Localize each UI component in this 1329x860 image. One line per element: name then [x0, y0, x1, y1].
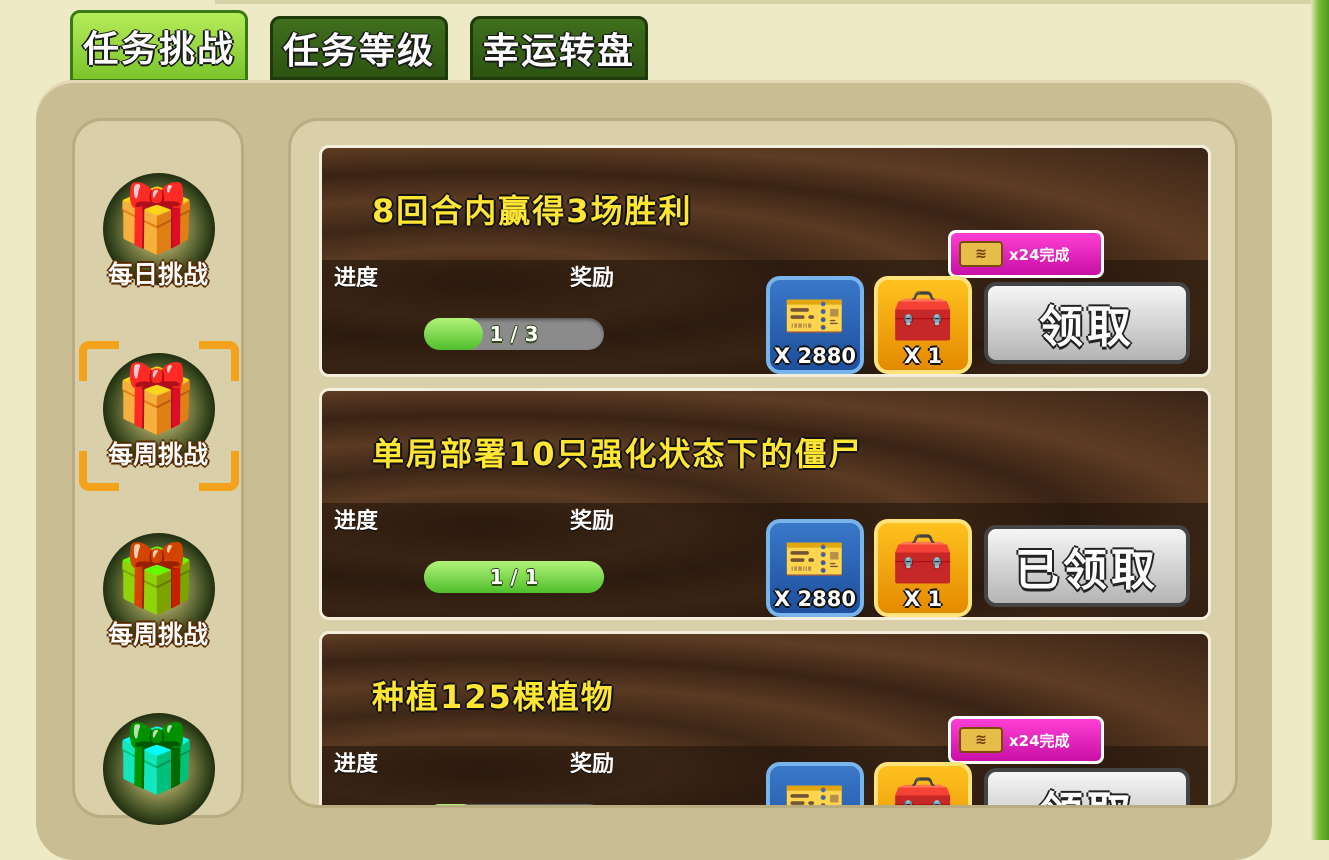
progress-text: 1 / 3 [489, 322, 539, 346]
reward-exp-card[interactable]: 🎫 X 2880 [766, 276, 864, 374]
progress-bar: 1 / 3 [424, 318, 604, 350]
sidebar-item-weekly-2[interactable]: 🎁 每周挑战 [75, 519, 241, 669]
badge-text: x24完成 [1009, 245, 1070, 264]
right-edge-decoration [1311, 0, 1329, 840]
progress-label: 进度 [334, 752, 379, 777]
tab-task-challenge[interactable]: 任务挑战 [70, 10, 248, 82]
ticket-icon: ≋ [959, 241, 1003, 267]
completion-badge: ≋ x24完成 [948, 230, 1104, 278]
reward-chest[interactable]: 🧰 X 1 [874, 519, 972, 617]
zombie-chest-icon: 🧰 [891, 773, 955, 808]
claimed-button[interactable]: 已领取 [984, 525, 1190, 607]
gift-green-3-icon: 🎁 [115, 720, 198, 797]
progress-bar-fill [424, 804, 478, 805]
gift-red-1-icon: 🎁 [115, 360, 198, 437]
task-card: 种植125棵植物 进度 奖励 ≋ x24完成 🎫 🧰 领取 [319, 631, 1211, 808]
gift-orange-2-icon: 🎁 [115, 540, 198, 617]
task-title: 单局部署10只强化状态下的僵尸 [372, 435, 863, 473]
zombie-chest-icon: 🧰 [891, 530, 955, 588]
sidebar-item-weekly-3[interactable]: 🎁 [75, 699, 241, 849]
badge-text: x24完成 [1009, 731, 1070, 750]
task-card: 8回合内赢得3场胜利 进度 奖励 1 / 3 ≋ x24完成 🎫 X 2880 … [319, 145, 1211, 377]
sidebar-item-label: 每周挑战 [107, 440, 208, 469]
claim-button[interactable]: 领取 [984, 768, 1190, 805]
reward-exp-card[interactable]: 🎫 X 2880 [766, 519, 864, 617]
sidebar-item-label: 每日挑战 [107, 260, 208, 289]
exp-card-icon: 🎫 [783, 773, 847, 808]
reward-chest[interactable]: 🧰 X 1 [874, 276, 972, 374]
top-border [215, 0, 1315, 4]
ticket-icon: ≋ [959, 727, 1003, 753]
tab-lucky-wheel[interactable]: 幸运转盘 [470, 16, 648, 80]
task-title: 8回合内赢得3场胜利 [372, 192, 693, 230]
exp-card-icon: 🎫 [783, 530, 847, 588]
sidebar-item-daily[interactable]: 🎁 每日挑战 [75, 159, 241, 309]
reward-exp-card[interactable]: 🎫 [766, 762, 864, 808]
reward-label: 奖励 [570, 509, 615, 534]
exp-card-icon: 🎫 [783, 287, 847, 345]
gift-red-icon: 🎁 [115, 180, 198, 257]
tab-task-level[interactable]: 任务等级 [270, 16, 448, 80]
sidebar-item-weekly-1[interactable]: 🎁 每周挑战 [75, 339, 241, 491]
progress-text: 1 / 1 [489, 565, 539, 589]
completion-badge: ≋ x24完成 [948, 716, 1104, 764]
reward-chest[interactable]: 🧰 [874, 762, 972, 808]
reward-qty: X 1 [903, 587, 943, 611]
reward-qty: X 1 [903, 344, 943, 368]
reward-label: 奖励 [570, 752, 615, 777]
zombie-chest-icon: 🧰 [891, 287, 955, 345]
reward-label: 奖励 [570, 266, 615, 291]
task-title: 种植125棵植物 [372, 678, 615, 716]
progress-bar [424, 804, 604, 805]
reward-qty: X 2880 [774, 587, 856, 611]
progress-label: 进度 [334, 509, 379, 534]
sidebar-item-label: 每周挑战 [107, 620, 208, 649]
selection-corner-icon [199, 341, 239, 381]
task-card: 单局部署10只强化状态下的僵尸 进度 奖励 1 / 1 🎫 X 2880 🧰 X… [319, 388, 1211, 620]
claim-button[interactable]: 领取 [984, 282, 1190, 364]
sidebar: 🎁 每日挑战 🎁 每周挑战 🎁 每周挑战 🎁 [72, 118, 244, 825]
task-list: 8回合内赢得3场胜利 进度 奖励 1 / 3 ≋ x24完成 🎫 X 2880 … [288, 118, 1238, 808]
progress-bar: 1 / 1 [424, 561, 604, 593]
progress-label: 进度 [334, 266, 379, 291]
reward-qty: X 2880 [774, 344, 856, 368]
